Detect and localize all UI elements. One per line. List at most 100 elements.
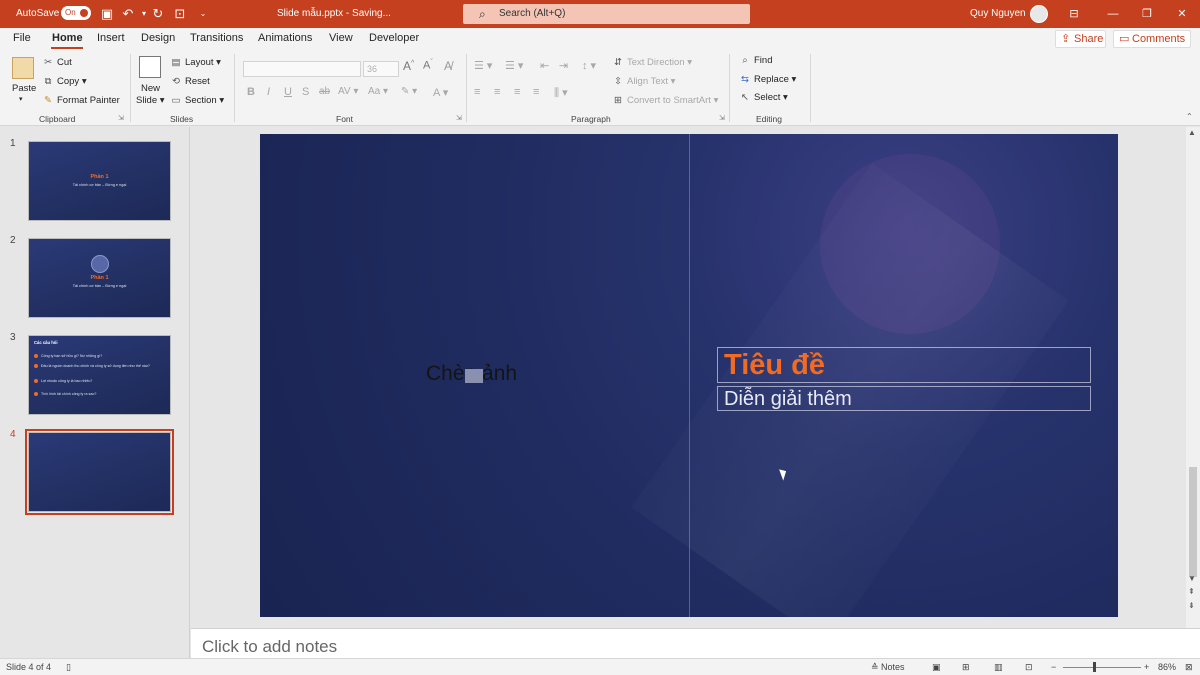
paste-icon[interactable] bbox=[12, 57, 34, 79]
font-launcher-icon[interactable]: ⇲ bbox=[456, 114, 462, 122]
close-icon[interactable]: ✕ bbox=[1174, 6, 1190, 22]
reset-button[interactable]: ⟲ Reset bbox=[170, 76, 210, 87]
normal-view-icon[interactable]: ▣ bbox=[932, 662, 941, 673]
change-case-icon[interactable]: Aa ▾ bbox=[368, 86, 388, 97]
document-title[interactable]: Slide mẫu.pptx - Saving... bbox=[277, 8, 391, 19]
tab-animations[interactable]: Animations bbox=[258, 32, 312, 44]
tab-home[interactable]: Home bbox=[52, 32, 83, 44]
grow-font-icon[interactable]: A^ bbox=[403, 59, 414, 73]
tab-design[interactable]: Design bbox=[141, 32, 175, 44]
copy-button[interactable]: ⧉ Copy ▾ bbox=[42, 76, 87, 87]
current-slide[interactable]: Chèn ảnh Tiêu đề Diễn giải thêm bbox=[260, 134, 1118, 617]
user-name[interactable]: Quy Nguyen bbox=[970, 8, 1026, 19]
avatar[interactable] bbox=[1030, 5, 1048, 23]
slide-thumbnail-1[interactable]: Phần 1 Tài chính cơ bản – Đừng e ngại bbox=[28, 141, 171, 221]
paragraph-launcher-icon[interactable]: ⇲ bbox=[719, 114, 725, 122]
underline-icon[interactable]: U bbox=[284, 86, 292, 98]
scroll-up-icon[interactable]: ▲ bbox=[1188, 128, 1196, 137]
notes-pane[interactable]: Click to add notes bbox=[191, 628, 1200, 658]
new-slide-icon[interactable] bbox=[139, 56, 161, 78]
subtitle-placeholder[interactable]: Diễn giải thêm bbox=[717, 386, 1091, 411]
slideshow-icon[interactable]: ⊡ bbox=[1025, 662, 1033, 673]
ribbon-display-icon[interactable]: ⊟ bbox=[1066, 6, 1082, 22]
paste-button[interactable]: Paste bbox=[12, 83, 36, 94]
undo-icon[interactable]: ↶ bbox=[120, 6, 136, 22]
save-icon[interactable]: ▣ bbox=[99, 6, 115, 22]
slide-thumbnail-3[interactable]: Các câu hỏi Công ty bạn sở hữu gì? Nợ nh… bbox=[28, 335, 171, 415]
section-button[interactable]: ▭ Section ▾ bbox=[170, 95, 225, 106]
zoom-slider-thumb[interactable] bbox=[1093, 662, 1096, 672]
slide-thumbnail-2[interactable]: Phần 1 Tài chính cơ bản – Đừng e ngại bbox=[28, 238, 171, 318]
search-box[interactable]: ⌕ Search (Alt+Q) bbox=[463, 4, 750, 24]
font-name-input[interactable] bbox=[243, 61, 361, 77]
share-button[interactable]: ⇪ Share bbox=[1055, 30, 1106, 48]
clear-format-icon[interactable]: A̸ bbox=[444, 59, 452, 73]
scrollbar-thumb[interactable] bbox=[1189, 467, 1197, 577]
fit-to-window-icon[interactable]: ⊠ bbox=[1185, 662, 1193, 673]
replace-button[interactable]: ⇆ Replace ▾ bbox=[739, 74, 796, 85]
status-bar: Slide 4 of 4 ▯ ≙ Notes ▣ ⊞ ▥ ⊡ − + 86% ⊠ bbox=[0, 658, 1200, 675]
char-spacing-icon[interactable]: AV ▾ bbox=[338, 86, 358, 97]
align-center-icon[interactable]: ≡ bbox=[494, 86, 500, 98]
zoom-slider[interactable] bbox=[1063, 667, 1141, 668]
autosave-toggle[interactable]: On bbox=[61, 6, 91, 20]
next-slide-icon[interactable]: ⇟ bbox=[1188, 601, 1195, 610]
layout-button[interactable]: ▤ Layout ▾ bbox=[170, 57, 221, 68]
title-placeholder[interactable]: Tiêu đề bbox=[717, 347, 1091, 383]
strikethrough-icon[interactable]: ab bbox=[319, 86, 330, 97]
picture-placeholder[interactable]: Chèn ảnh bbox=[426, 362, 517, 386]
align-right-icon[interactable]: ≡ bbox=[514, 86, 520, 98]
comments-button[interactable]: ▭ Comments bbox=[1113, 30, 1191, 48]
font-size-input[interactable]: 36 bbox=[363, 61, 399, 77]
italic-icon[interactable]: I bbox=[267, 86, 270, 98]
collapse-ribbon-icon[interactable]: ⌃ bbox=[1186, 112, 1193, 121]
zoom-level[interactable]: 86% bbox=[1158, 662, 1176, 672]
increase-indent-icon[interactable]: ⇥ bbox=[559, 59, 568, 72]
select-button[interactable]: ↖ Select ▾ bbox=[739, 92, 788, 103]
shadow-icon[interactable]: S bbox=[302, 86, 309, 98]
convert-smartart-button[interactable]: ⊞ Convert to SmartArt ▾ bbox=[612, 95, 718, 106]
slide-divider bbox=[689, 134, 690, 617]
tab-transitions[interactable]: Transitions bbox=[190, 32, 243, 44]
tab-file[interactable]: File bbox=[13, 32, 31, 44]
align-text-button[interactable]: ⇳ Align Text ▾ bbox=[612, 76, 675, 87]
slide-thumbnail-4[interactable] bbox=[25, 429, 174, 515]
bold-icon[interactable]: B bbox=[247, 86, 255, 98]
accessibility-icon[interactable]: ▯ bbox=[66, 662, 71, 673]
notes-toggle[interactable]: ≙ Notes bbox=[871, 662, 905, 673]
restore-icon[interactable]: ❐ bbox=[1139, 6, 1155, 22]
clipboard-launcher-icon[interactable]: ⇲ bbox=[118, 114, 124, 122]
bullets-icon[interactable]: ☰ ▾ bbox=[474, 59, 492, 72]
cut-button[interactable]: ✂ Cut bbox=[42, 57, 72, 68]
align-left-icon[interactable]: ≡ bbox=[474, 86, 480, 98]
paste-dropdown-icon[interactable]: ▾ bbox=[19, 95, 23, 103]
new-slide-button[interactable]: New bbox=[141, 83, 160, 94]
vertical-scrollbar[interactable]: ▲ ▼ ⇞ ⇟ bbox=[1186, 127, 1200, 628]
tab-insert[interactable]: Insert bbox=[97, 32, 125, 44]
shrink-font-icon[interactable]: Aˇ bbox=[423, 59, 433, 72]
customize-qat-icon[interactable]: ⌄ bbox=[195, 6, 211, 22]
decrease-indent-icon[interactable]: ⇤ bbox=[540, 59, 549, 72]
zoom-in-icon[interactable]: + bbox=[1144, 662, 1149, 672]
tab-developer[interactable]: Developer bbox=[369, 32, 419, 44]
picture-icon[interactable] bbox=[465, 369, 483, 383]
new-slide-label[interactable]: Slide ▾ bbox=[136, 95, 165, 106]
slide-sorter-icon[interactable]: ⊞ bbox=[962, 662, 970, 673]
columns-icon[interactable]: ⫼ ▾ bbox=[554, 86, 568, 100]
font-color-icon[interactable]: A ▾ bbox=[433, 86, 448, 99]
justify-icon[interactable]: ≡ bbox=[533, 86, 539, 98]
text-direction-button[interactable]: ⇵ Text Direction ▾ bbox=[612, 57, 692, 68]
zoom-out-icon[interactable]: − bbox=[1051, 662, 1056, 672]
line-spacing-icon[interactable]: ↕ ▾ bbox=[582, 59, 596, 72]
reading-view-icon[interactable]: ▥ bbox=[994, 662, 1003, 673]
minimize-icon[interactable]: — bbox=[1105, 6, 1121, 22]
present-icon[interactable]: ⊡ bbox=[172, 6, 188, 22]
previous-slide-icon[interactable]: ⇞ bbox=[1188, 587, 1195, 596]
numbering-icon[interactable]: ☰ ▾ bbox=[505, 59, 523, 72]
tab-view[interactable]: View bbox=[329, 32, 353, 44]
highlight-icon[interactable]: ✎ ▾ bbox=[401, 86, 417, 97]
redo-icon[interactable]: ↻ bbox=[150, 6, 166, 22]
scroll-down-icon[interactable]: ▼ bbox=[1188, 574, 1196, 583]
find-button[interactable]: ⌕ Find bbox=[739, 55, 772, 66]
format-painter-button[interactable]: ✎ Format Painter bbox=[42, 95, 120, 106]
